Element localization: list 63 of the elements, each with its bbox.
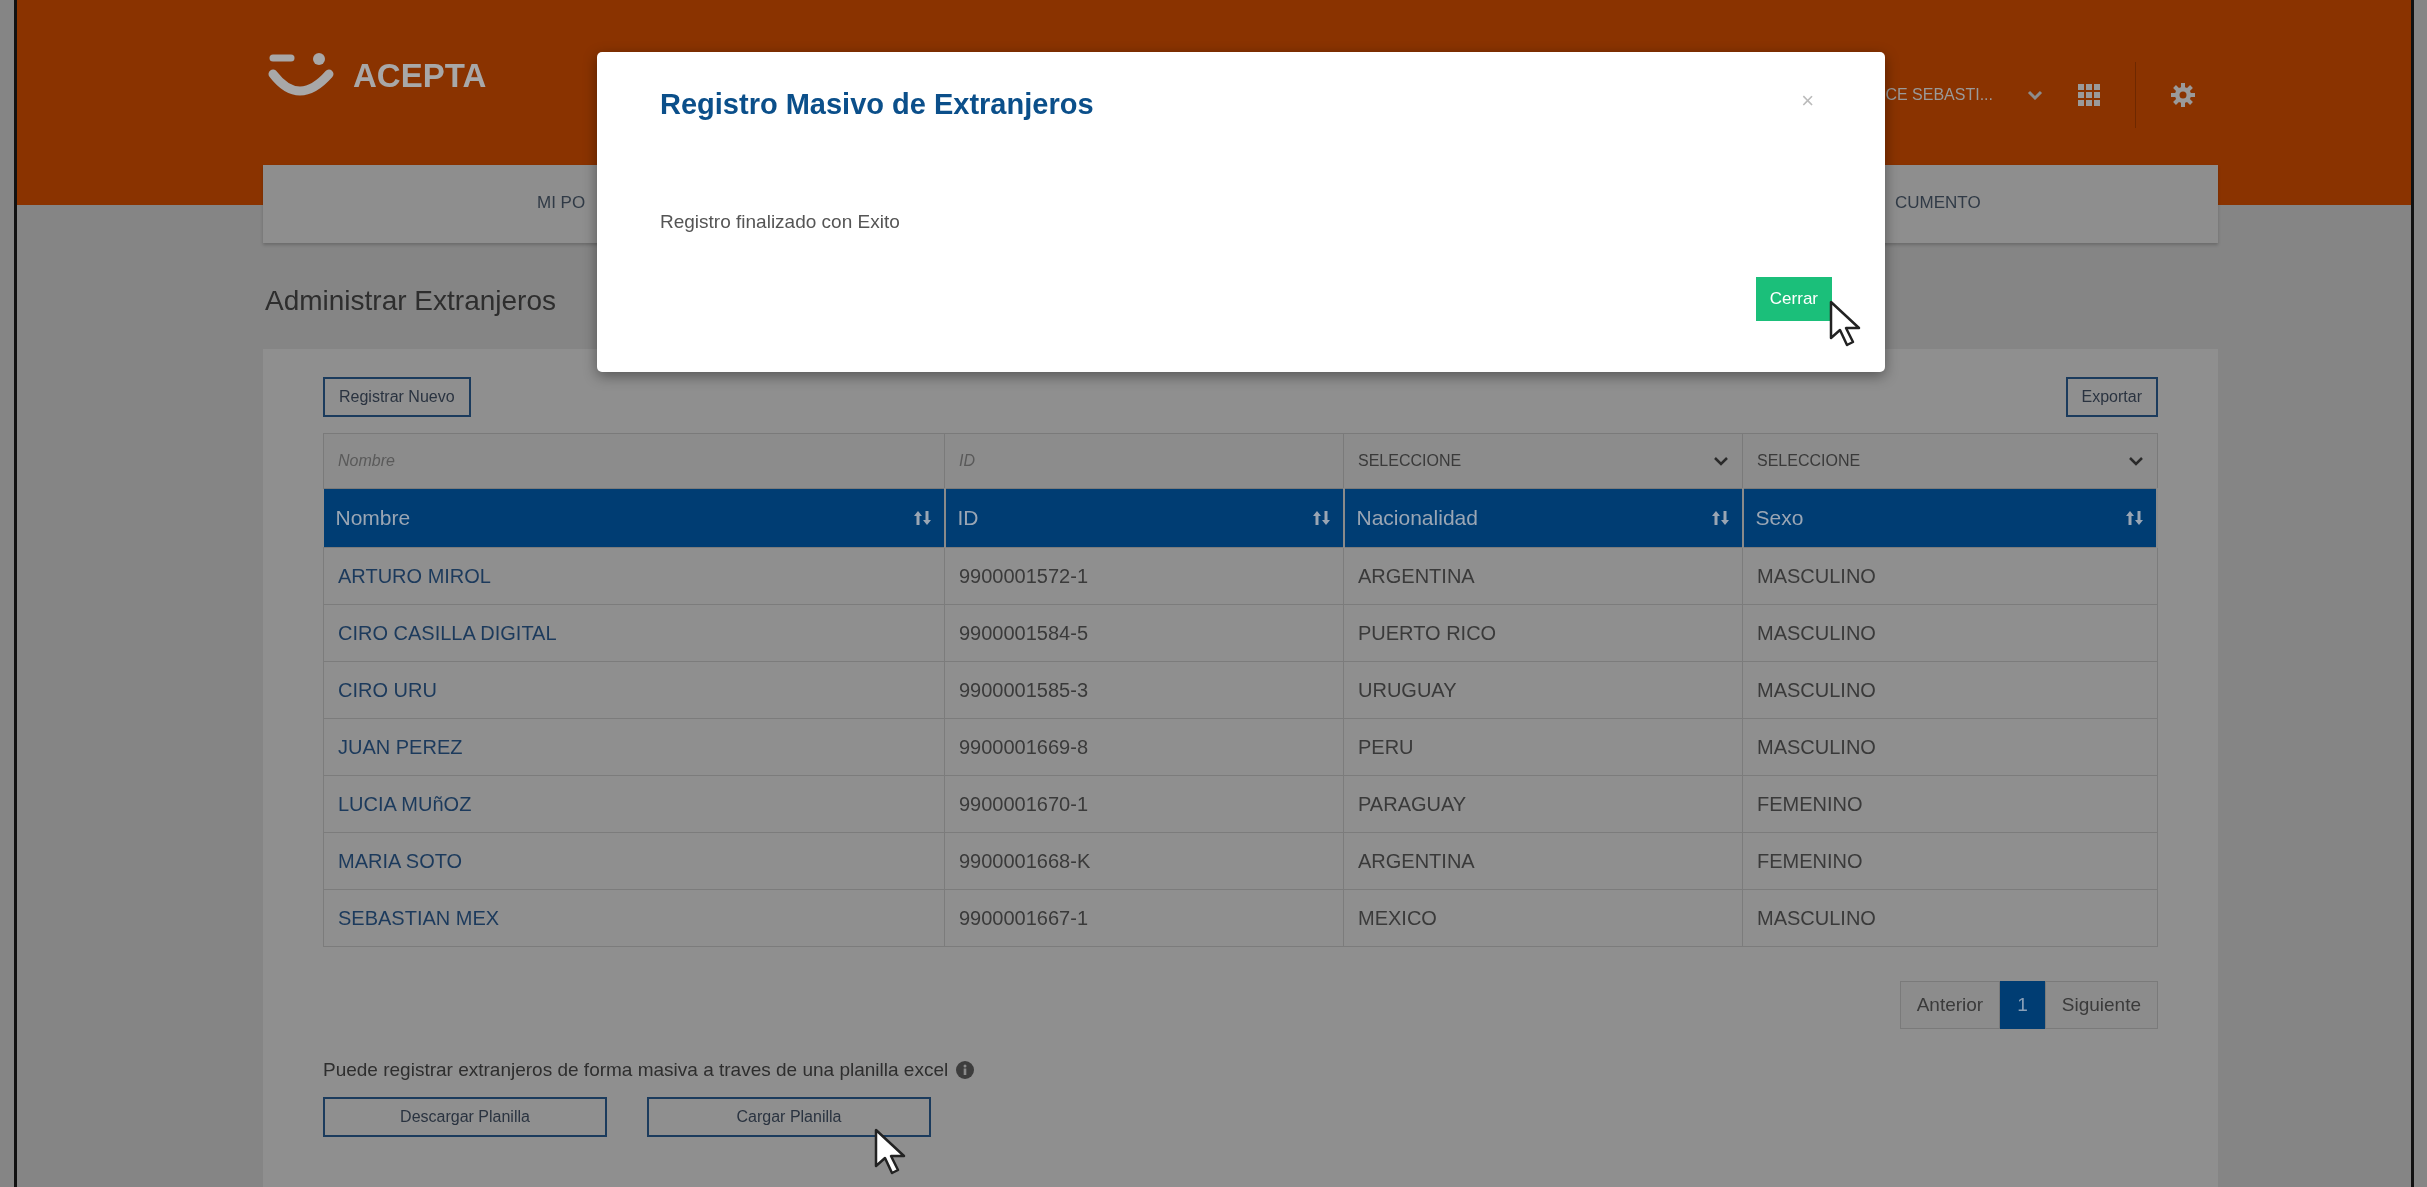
sort-icon[interactable] (1312, 509, 1331, 527)
settings-icon[interactable] (2170, 82, 2196, 108)
close-dialog-button[interactable]: Cerrar (1755, 277, 1832, 321)
chevron-down-icon (1714, 456, 1728, 466)
user-name[interactable]: CE SEBASTI... (1885, 86, 1993, 104)
table-cell: URUGUAY (1343, 661, 1743, 719)
column-header[interactable]: Nacionalidad (1343, 488, 1743, 548)
table-cell: FEMENINO (1742, 775, 2157, 833)
sort-icon[interactable] (2126, 509, 2144, 527)
name-link[interactable]: CIRO CASILLA DIGITAL (323, 604, 945, 662)
table-cell: 9900001669-8 (944, 718, 1344, 776)
upload-template-button[interactable]: Cargar Planilla (647, 1097, 931, 1137)
table-cell: 9900001667-1 (944, 889, 1344, 947)
column-header[interactable]: Sexo (1742, 488, 2157, 548)
nav-item[interactable]: CUMENTO (1895, 193, 1981, 213)
table-cell: MASCULINO (1742, 661, 2157, 719)
name-link[interactable]: LUCIA MUñOZ (323, 775, 945, 833)
table-cell: MEXICO (1343, 889, 1743, 947)
modal-message: Registro finalizado con Exito (660, 211, 901, 233)
table-cell: MASCULINO (1742, 547, 2157, 605)
filter-dropdown[interactable]: SELECCIONE (1743, 435, 2157, 487)
column-header[interactable]: ID (944, 488, 1344, 548)
table-cell: 9900001668-K (944, 832, 1344, 890)
table-cell: 9900001585-3 (944, 661, 1344, 719)
info-icon[interactable] (956, 1061, 975, 1079)
register-new-button[interactable]: Registrar Nuevo (323, 377, 471, 417)
table-cell: 9900001584-5 (944, 604, 1344, 662)
grid-icon[interactable] (2077, 83, 2101, 107)
table-cell: PUERTO RICO (1343, 604, 1743, 662)
cursor-icon (874, 1128, 908, 1176)
column-header[interactable]: Nombre (323, 488, 945, 548)
sort-icon[interactable] (1711, 509, 1730, 527)
page-title: Administrar Extranjeros (265, 285, 556, 317)
next-button[interactable]: Siguiente (2044, 981, 2158, 1029)
chevron-down-icon (2128, 456, 2143, 466)
name-link[interactable]: JUAN PEREZ (323, 718, 945, 776)
export-button[interactable]: Exportar (2065, 377, 2158, 417)
table-cell: ARGENTINA (1343, 832, 1743, 890)
name-link[interactable]: SEBASTIAN MEX (323, 889, 945, 947)
name-link[interactable]: CIRO URU (323, 661, 945, 719)
table-cell: MASCULINO (1742, 889, 2157, 947)
modal-title: Registro Masivo de Extranjeros (660, 88, 1094, 121)
table-cell: PERU (1343, 718, 1743, 776)
name-link[interactable]: ARTURO MIROL (323, 547, 945, 605)
previous-button[interactable]: Anterior (1899, 981, 2001, 1029)
table-cell: FEMENINO (1742, 832, 2157, 890)
close-button[interactable]: × (1793, 88, 1822, 114)
logo-text: ACEPTA (353, 57, 487, 95)
page-button[interactable]: 1 (2000, 981, 2045, 1029)
sort-icon[interactable] (913, 509, 932, 527)
cursor-icon (1829, 300, 1863, 348)
download-template-button[interactable]: Descargar Planilla (323, 1097, 607, 1137)
table-cell: ARGENTINA (1343, 547, 1743, 605)
info-text: Puede registrar extranjeros de forma masiva a traves de una planilla excel (323, 1059, 949, 1081)
table-cell: 9900001572-1 (944, 547, 1344, 605)
table-cell: MASCULINO (1742, 718, 2157, 776)
name-link[interactable]: MARIA SOTO (323, 832, 945, 890)
nav-item[interactable]: MI PO (537, 193, 586, 213)
chevron-down-icon[interactable] (2027, 90, 2043, 100)
table-cell: 9900001670-1 (944, 775, 1344, 833)
table-cell: PARAGUAY (1343, 775, 1743, 833)
filter-dropdown[interactable]: SELECCIONE (1344, 435, 1742, 487)
table-cell: MASCULINO (1742, 604, 2157, 662)
